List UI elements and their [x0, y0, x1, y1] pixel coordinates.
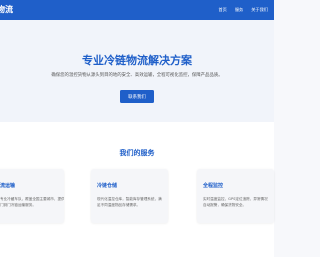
- service-card-storage[interactable]: 冷链仓储 现代化温控仓库，智能库存管理系统，满足不同温度物品存储需求。: [91, 169, 168, 223]
- service-card-desc: 现代化温控仓库，智能库存管理系统，满足不同温度物品存储需求。: [97, 197, 162, 207]
- services-title: 我们的服务: [119, 149, 155, 157]
- service-card-desc: 专业冷藏车队，覆盖全国主要城市，提供门到门冷链运输服务。: [0, 197, 64, 207]
- service-card-title: 全程监控: [203, 183, 224, 189]
- contact-us-button[interactable]: 联系我们: [120, 90, 154, 103]
- service-card-monitoring[interactable]: 全程监控 实时温度监控，GPS定位追踪，异常情况自动报警，确保货物安全。: [197, 169, 274, 223]
- brand-logo[interactable]: 物流: [0, 4, 13, 15]
- nav-links: 首页 服务 关于我们: [218, 0, 268, 20]
- service-card-desc: 实时温度监控，GPS定位追踪，异常情况自动报警，确保货物安全。: [203, 197, 268, 207]
- nav-link-services[interactable]: 服务: [235, 7, 243, 13]
- services-section: 我们的服务 流运输 专业冷藏车队，覆盖全国主要城市，提供门到门冷链运输服务。 冷…: [0, 122, 274, 257]
- service-card-transport[interactable]: 流运输 专业冷藏车队，覆盖全国主要城市，提供门到门冷链运输服务。: [0, 169, 64, 223]
- nav-link-home[interactable]: 首页: [218, 7, 226, 13]
- hero-title: 专业冷链物流解决方案: [82, 54, 192, 67]
- service-card-title: 冷链仓储: [97, 183, 118, 189]
- service-card-title: 流运输: [0, 183, 16, 189]
- hero-section: 专业冷链物流解决方案 确保您的温控货物从源头到目的地的安全、高效运输，全程可视化…: [0, 20, 274, 122]
- nav-link-about[interactable]: 关于我们: [251, 7, 268, 13]
- hero-subtitle: 确保您的温控货物从源头到目的地的安全、高效运输，全程可视化监控，保障产品品质。: [51, 73, 223, 78]
- navbar: 物流 首页 服务 关于我们: [0, 0, 274, 20]
